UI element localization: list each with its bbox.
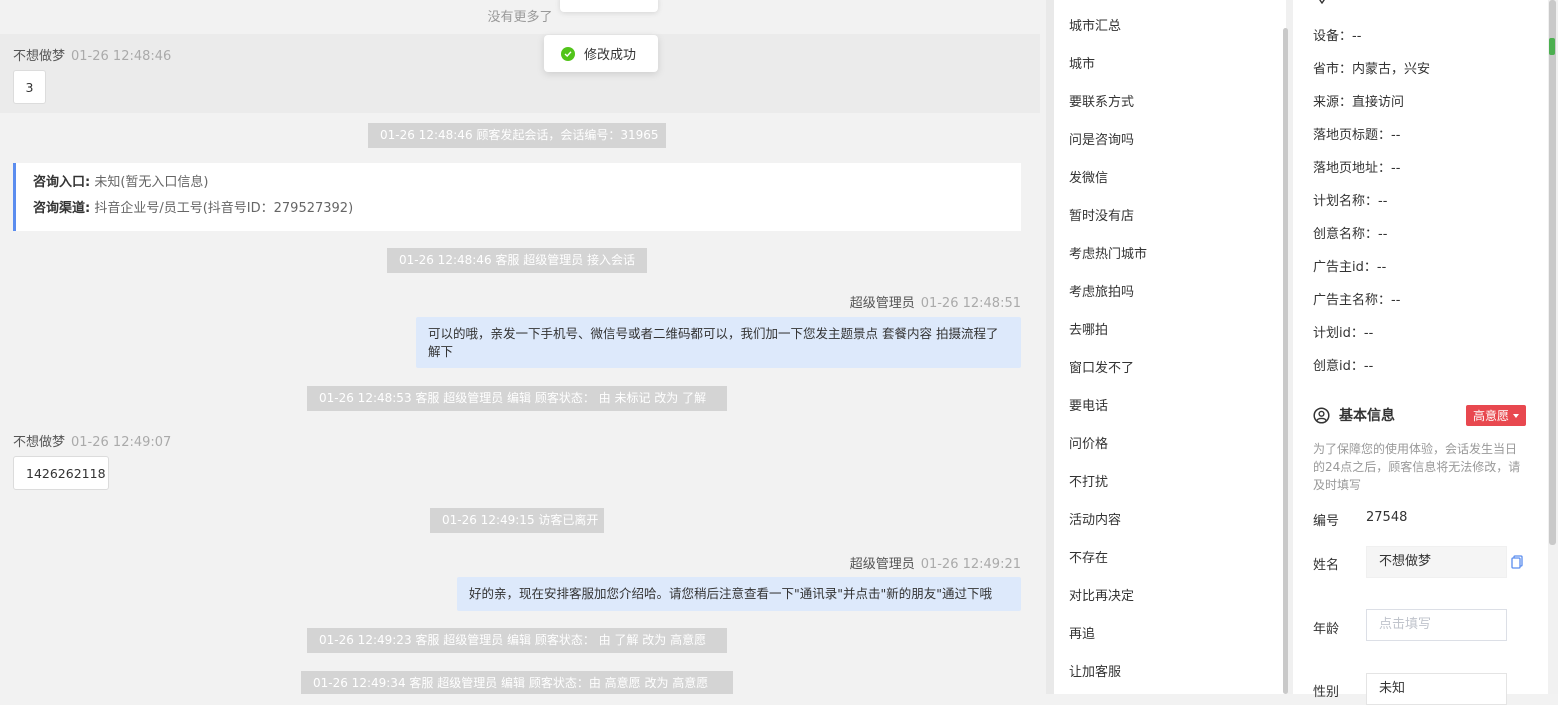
info-row-plan-name: 计划名称：--: [1313, 194, 1388, 209]
quick-reply-item[interactable]: 发微信: [1069, 167, 1108, 186]
message-time: 01-26 12:48:46: [71, 49, 172, 64]
location-icon: [1319, 0, 1325, 4]
edit-notice: 为了保障您的使用体验，会话发生当日的24点之后，顾客信息将无法修改，请及时填写: [1313, 442, 1521, 492]
info-row-plan-id: 计划id：--: [1313, 326, 1374, 341]
age-input[interactable]: 点击填写: [1366, 609, 1507, 641]
quick-reply-item[interactable]: 城市: [1069, 53, 1095, 72]
quick-reply-item[interactable]: 考虑热门城市: [1069, 243, 1147, 262]
previous-toast: [560, 0, 658, 12]
quick-reply-item[interactable]: 城市汇总: [1069, 15, 1121, 34]
message-sender: 不想做梦 01-26 12:49:07: [13, 431, 171, 450]
check-circle-icon: [561, 46, 575, 61]
age-label: 年龄: [1313, 622, 1340, 637]
customer-message-bubble: 3: [13, 70, 46, 104]
system-message: 01-26 12:48:46 客服 超级管理员 接入会话: [387, 248, 647, 273]
agent-message-bubble: 好的亲，现在安排客服加您介绍哈。请您稍后注意查看一下"通讯录"并点击"新的朋友"…: [457, 577, 1021, 611]
panel-divider: [1046, 0, 1054, 694]
message-time: 01-26 12:48:51: [920, 296, 1021, 311]
gender-select[interactable]: 未知: [1366, 673, 1507, 705]
system-message: 01-26 12:48:53 客服 超级管理员 编辑 顾客状态： 由 未标记 改…: [307, 386, 727, 411]
quick-reply-item[interactable]: 暂时没有店: [1069, 205, 1134, 224]
consult-channel-value: 抖音企业号/员工号(抖音号ID：279527392): [94, 201, 354, 216]
sender-name: 不想做梦: [13, 435, 66, 450]
consult-channel-label: 咨询渠道:: [33, 201, 91, 216]
message-time: 01-26 12:49:07: [71, 435, 172, 450]
name-field[interactable]: 不想做梦: [1366, 546, 1507, 578]
quick-reply-item[interactable]: 对比再决定: [1069, 585, 1134, 604]
info-row-landing-title: 落地页标题：--: [1313, 128, 1401, 143]
quick-reply-item[interactable]: 活动内容: [1069, 509, 1121, 528]
message-time: 01-26 12:49:21: [920, 557, 1021, 572]
system-message: 01-26 12:49:15 访客已离开: [430, 508, 604, 533]
chat-panel[interactable]: 没有更多了 不想做梦 01-26 12:48:46 3 01-26 12:48:4…: [0, 0, 1040, 694]
quick-reply-item[interactable]: 要联系方式: [1069, 91, 1134, 110]
no-more-history: 没有更多了: [487, 10, 553, 25]
quick-reply-item[interactable]: 问是咨询吗: [1069, 129, 1134, 148]
system-message: 01-26 12:48:46 顾客发起会话，会话编号：31965: [368, 123, 666, 148]
info-scrollbar-thumb[interactable]: [1549, 0, 1556, 545]
consult-info-card: 咨询入口: 未知(暂无入口信息) 咨询渠道: 抖音企业号/员工号(抖音号ID：2…: [13, 163, 1021, 231]
toast-text: 修改成功: [584, 48, 637, 63]
info-row-creative-name: 创意名称：--: [1313, 227, 1388, 242]
system-message: 01-26 12:49:34 客服 超级管理员 编辑 顾客状态：由 高意愿 改为…: [301, 671, 733, 694]
consult-entry-label: 咨询入口:: [33, 175, 91, 190]
quick-reply-list[interactable]: 城市汇总 城市 要联系方式 问是咨询吗 发微信 暂时没有店 考虑热门城市 考虑旅…: [1054, 0, 1286, 694]
message-sender: 超级管理员 01-26 12:49:21: [850, 553, 1021, 572]
agent-message-bubble: 可以的哦，亲发一下手机号、微信号或者二维码都可以，我们加一下您发主题景点 套餐内…: [416, 317, 1021, 368]
quick-reply-item[interactable]: 不打扰: [1069, 471, 1108, 490]
scroll-indicator: [1549, 38, 1555, 55]
customer-info-panel: 设备：-- 省市：内蒙古，兴安 来源：直接访问 落地页标题：-- 落地页地址：-…: [1293, 0, 1551, 705]
quick-reply-item[interactable]: 让加客服: [1069, 661, 1121, 680]
quick-reply-item[interactable]: 问价格: [1069, 433, 1108, 452]
name-label: 姓名: [1313, 558, 1340, 573]
user-circle-icon: [1313, 406, 1330, 424]
quick-reply-item[interactable]: 考虑旅拍吗: [1069, 281, 1134, 300]
copy-icon[interactable]: [1511, 555, 1523, 569]
sender-name: 超级管理员: [849, 557, 915, 572]
basic-info-title: 基本信息: [1313, 405, 1395, 425]
info-row-source: 来源：直接访问: [1313, 95, 1405, 110]
quick-reply-scrollbar[interactable]: [1283, 28, 1288, 694]
success-toast: 修改成功: [544, 35, 658, 72]
quick-reply-item[interactable]: 去哪拍: [1069, 319, 1108, 338]
caret-down-icon: [1513, 413, 1519, 418]
intent-dropdown[interactable]: 高意愿: [1466, 405, 1526, 426]
quick-reply-item[interactable]: 再追: [1069, 623, 1095, 642]
id-value: 27548: [1366, 510, 1408, 525]
gender-label: 性别: [1313, 685, 1340, 700]
message-sender: 超级管理员 01-26 12:48:51: [850, 292, 1021, 311]
quick-reply-item[interactable]: 要电话: [1069, 395, 1108, 414]
message-sender: 不想做梦 01-26 12:48:46: [13, 45, 171, 64]
id-label: 编号: [1313, 514, 1340, 529]
info-row-creative-id: 创意id：--: [1313, 359, 1374, 374]
quick-reply-item[interactable]: 窗口发不了: [1069, 357, 1134, 376]
sender-name: 超级管理员: [849, 296, 915, 311]
info-row-advertiser-name: 广告主名称：--: [1313, 293, 1401, 308]
system-message: 01-26 12:49:23 客服 超级管理员 编辑 顾客状态： 由 了解 改为…: [307, 628, 727, 653]
quick-reply-item[interactable]: 不存在: [1069, 547, 1108, 566]
customer-message-bubble: 1426262118: [13, 456, 109, 490]
info-row-region: 省市：内蒙古，兴安: [1313, 62, 1431, 77]
info-row-landing-url: 落地页地址：--: [1313, 161, 1401, 176]
sender-name: 不想做梦: [13, 49, 66, 64]
info-row-advertiser-id: 广告主id：--: [1313, 260, 1387, 275]
info-row-device: 设备：--: [1313, 29, 1362, 44]
consult-entry-value: 未知(暂无入口信息): [94, 175, 209, 190]
